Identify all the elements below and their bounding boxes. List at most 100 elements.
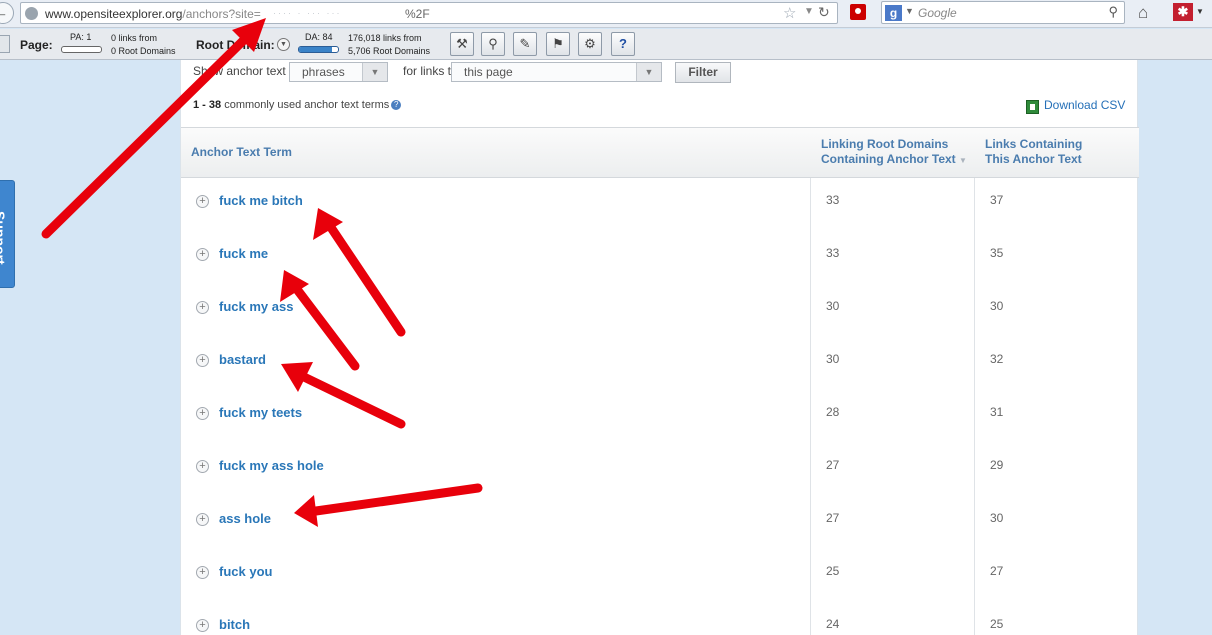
address-bar[interactable]: www.opensiteexplorer.org/anchors?site= ·…	[20, 2, 838, 24]
settings-icon[interactable]: ⚙	[578, 32, 602, 56]
page-authority-bar	[61, 46, 102, 53]
support-tab[interactable]: Support	[0, 180, 15, 288]
search-box[interactable]: g ▼ Google ⚲	[881, 1, 1125, 24]
redacted-url-segment: ···· · ··· ···	[273, 8, 342, 18]
chevron-down-icon: ▼	[362, 63, 387, 81]
expand-plus-icon[interactable]: +	[196, 619, 209, 632]
back-button[interactable]: ←	[0, 2, 14, 24]
domain-authority: DA: 84	[305, 32, 333, 42]
root-domains-cell: 28	[826, 405, 840, 419]
help-icon[interactable]: ?	[611, 32, 635, 56]
anchor-term-link[interactable]: ass hole	[219, 511, 271, 526]
expand-plus-icon[interactable]: +	[196, 354, 209, 367]
url-tail: %2F	[405, 7, 430, 21]
page-authority: PA: 1	[70, 32, 92, 42]
search-input[interactable]: Google	[918, 6, 957, 20]
table-row: + fuck me bitch 33 37	[181, 178, 1139, 231]
page-label: Page:	[20, 38, 53, 52]
root-links-count: 176,018 links from	[348, 33, 422, 43]
root-domain-dropdown-icon[interactable]: ▼	[277, 38, 290, 51]
anchor-text-panel: Show anchor text phrases ▼ for links to …	[180, 60, 1139, 635]
anchor-term-link[interactable]: fuck me bitch	[219, 193, 303, 208]
links-cell: 29	[990, 458, 1004, 472]
header-links-containing[interactable]: Links Containing This Anchor Text	[985, 137, 1082, 167]
root-link-stats: 176,018 links from 5,706 Root Domains	[348, 32, 430, 58]
table-row: + fuck my teets 28 31	[181, 390, 1139, 443]
root-domains-cell: 33	[826, 246, 840, 260]
header-anchor-text-term[interactable]: Anchor Text Term	[191, 145, 292, 160]
page-links-count: 0 links from	[111, 33, 158, 43]
history-dropdown-icon[interactable]: ▼	[804, 6, 814, 17]
expand-plus-icon[interactable]: +	[196, 460, 209, 473]
google-icon: g	[885, 5, 902, 21]
url-text: www.opensiteexplorer.org/anchors?site=	[45, 7, 261, 21]
root-domain-label: Root Domain:	[196, 38, 275, 52]
links-cell: 35	[990, 246, 1004, 260]
root-domains-cell: 30	[826, 352, 840, 366]
link-scope-select[interactable]: this page ▼	[451, 62, 662, 82]
anchor-type-value: phrases	[302, 65, 345, 79]
table-row: + fuck me 33 35	[181, 231, 1139, 284]
help-icon[interactable]: ?	[391, 100, 402, 110]
home-icon[interactable]: ⌂	[1138, 3, 1148, 23]
table-row: + ass hole 27 30	[181, 496, 1139, 549]
domain-authority-bar	[298, 46, 339, 53]
result-count: 1 - 38 commonly used anchor text terms?	[193, 99, 402, 111]
addon-menu-icon[interactable]: ✱	[1173, 3, 1193, 21]
result-range: 1 - 38	[193, 99, 222, 111]
for-links-label: for links to	[403, 64, 458, 78]
table-row: + fuck you 25 27	[181, 549, 1139, 602]
chevron-down-icon: ▼	[636, 63, 661, 81]
filter-button[interactable]: Filter	[675, 62, 731, 83]
anchor-term-link[interactable]: fuck my teets	[219, 405, 302, 420]
anchor-term-link[interactable]: fuck my ass	[219, 299, 293, 314]
search-icon[interactable]: ⚲	[481, 32, 505, 56]
links-cell: 37	[990, 193, 1004, 207]
expand-plus-icon[interactable]: +	[196, 407, 209, 420]
root-domains-cell: 27	[826, 458, 840, 472]
anchor-term-link[interactable]: bastard	[219, 352, 266, 367]
mozbar-logo-icon[interactable]	[0, 35, 10, 53]
anchor-term-link[interactable]: fuck my ass hole	[219, 458, 324, 473]
expand-plus-icon[interactable]: +	[196, 301, 209, 314]
bookmark-star-icon[interactable]: ☆	[783, 4, 796, 22]
sort-descending-icon: ▼	[959, 156, 967, 165]
engine-dropdown-icon[interactable]: ▼	[905, 6, 914, 16]
anchor-term-link[interactable]: fuck you	[219, 564, 272, 579]
reload-icon[interactable]: ↻	[818, 4, 830, 21]
tools-icon[interactable]: ⚒	[450, 32, 474, 56]
spreadsheet-icon	[1026, 100, 1039, 114]
links-cell: 30	[990, 511, 1004, 525]
table-row: + bastard 30 32	[181, 337, 1139, 390]
result-text: commonly used anchor text terms	[221, 99, 390, 111]
links-cell: 31	[990, 405, 1004, 419]
table-header: Anchor Text Term Linking Root Domains Co…	[181, 127, 1139, 178]
flag-icon[interactable]: ⚑	[546, 32, 570, 56]
root-domains-count: 5,706 Root Domains	[348, 46, 431, 56]
table-row: + fuck my ass hole 27 29	[181, 443, 1139, 496]
expand-plus-icon[interactable]: +	[196, 566, 209, 579]
links-cell: 25	[990, 617, 1004, 631]
anchor-type-select[interactable]: phrases ▼	[289, 62, 388, 82]
extension-icon[interactable]	[850, 4, 866, 20]
download-csv-link[interactable]: Download CSV	[1044, 98, 1125, 112]
page-link-stats: 0 links from 0 Root Domains	[111, 32, 176, 58]
anchor-term-link[interactable]: bitch	[219, 617, 250, 632]
expand-plus-icon[interactable]: +	[196, 248, 209, 261]
page-root-count: 0 Root Domains	[111, 46, 176, 56]
search-icon[interactable]: ⚲	[1108, 4, 1118, 20]
header-root-line-1: Linking Root Domains	[821, 137, 949, 151]
links-cell: 27	[990, 564, 1004, 578]
header-linking-root-domains[interactable]: Linking Root Domains Containing Anchor T…	[821, 137, 967, 168]
header-root-line-2: Containing Anchor Text	[821, 152, 956, 166]
anchor-term-link[interactable]: fuck me	[219, 246, 268, 261]
expand-plus-icon[interactable]: +	[196, 195, 209, 208]
addon-dropdown-icon[interactable]: ▼	[1196, 7, 1204, 16]
links-cell: 30	[990, 299, 1004, 313]
browser-toolbar: ← www.opensiteexplorer.org/anchors?site=…	[0, 0, 1212, 28]
expand-plus-icon[interactable]: +	[196, 513, 209, 526]
support-label: Support	[0, 211, 8, 265]
mozbar: Page: PA: 1 0 links from 0 Root Domains …	[0, 29, 1212, 60]
highlight-icon[interactable]: ✎	[513, 32, 537, 56]
domain-authority-fill	[299, 47, 332, 52]
